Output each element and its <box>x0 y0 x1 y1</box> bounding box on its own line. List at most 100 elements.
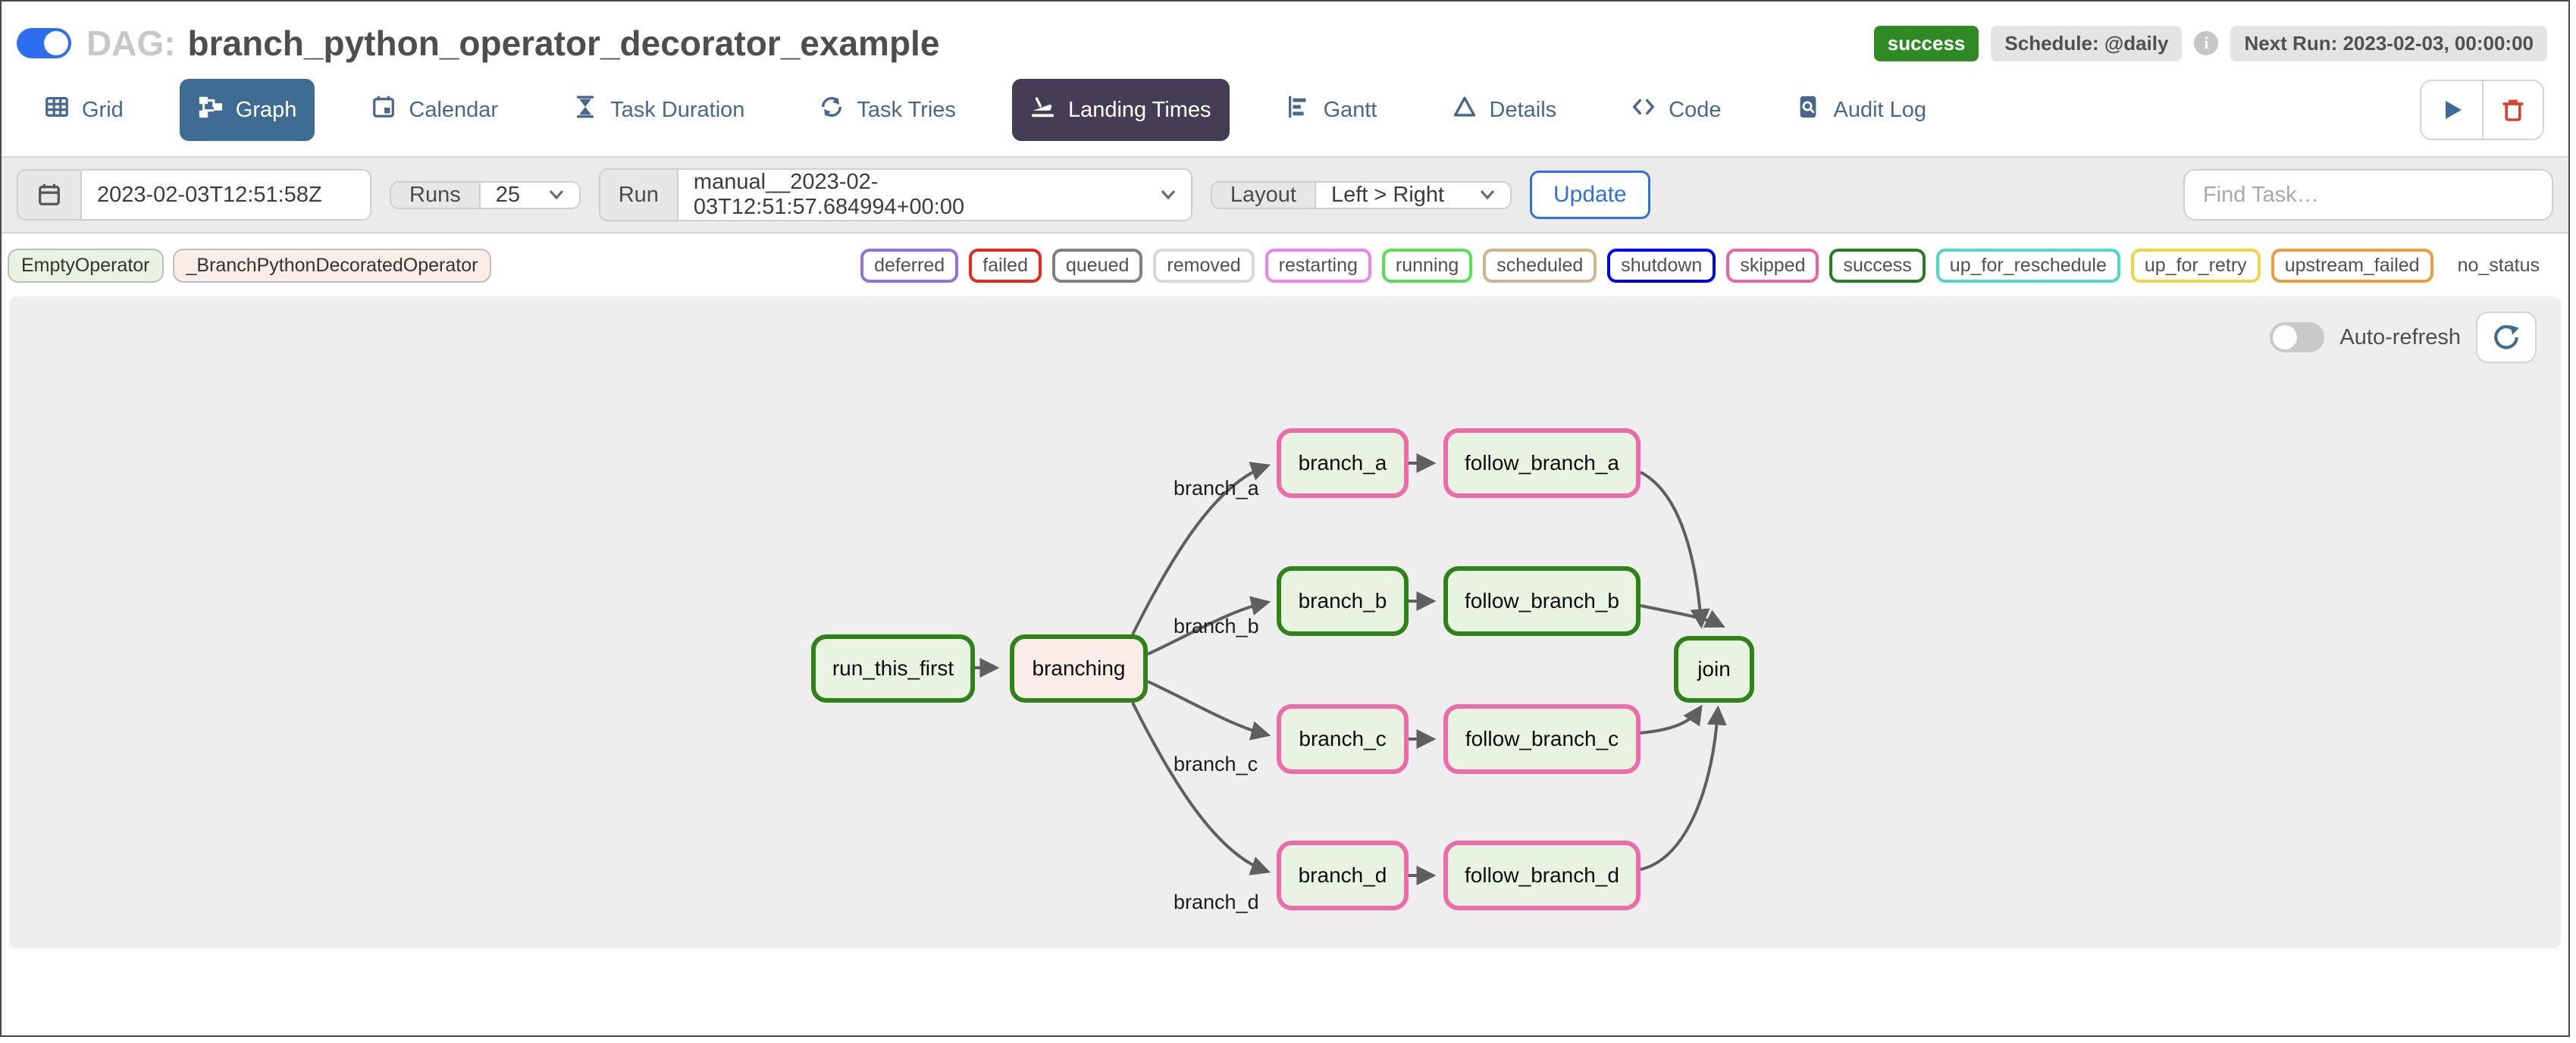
status-failed[interactable]: failed <box>969 249 1042 283</box>
task-node-branch_b[interactable]: branch_b <box>1277 566 1409 636</box>
dag-prefix-label: DAG: <box>86 23 176 64</box>
task-node-branch_a[interactable]: branch_a <box>1277 428 1409 498</box>
status-success[interactable]: success <box>1829 249 1925 283</box>
tab-label: Graph <box>236 98 297 123</box>
graph-toolbar: Runs 25 Run manual__2023-02-03T12:51:57.… <box>2 156 2568 233</box>
layout-select[interactable]: Left > Right <box>1316 183 1510 208</box>
edge-branching-c <box>1148 681 1266 734</box>
date-picker-button[interactable] <box>18 171 82 219</box>
edge-label-branch-a: branch_a <box>1174 477 1259 500</box>
tab-label: Gantt <box>1324 98 1377 123</box>
runs-select[interactable]: 25 <box>481 183 579 208</box>
status-restarting[interactable]: restarting <box>1265 249 1371 283</box>
runs-value: 25 <box>496 183 520 208</box>
dag-title: branch_python_operator_decorator_example <box>188 23 940 64</box>
info-icon[interactable]: i <box>2194 31 2218 55</box>
edge-followa-join <box>1641 472 1701 624</box>
tab-task-duration[interactable]: Task Duration <box>554 79 763 141</box>
task-node-run_this_first[interactable]: run_this_first <box>811 634 975 703</box>
task-node-branch_d[interactable]: branch_d <box>1277 841 1409 910</box>
status-shutdown[interactable]: shutdown <box>1607 249 1716 283</box>
run-label: Run <box>600 170 678 220</box>
code-icon <box>1631 94 1656 126</box>
status-removed[interactable]: removed <box>1153 249 1254 283</box>
plane-landing-icon <box>1030 94 1056 126</box>
status-up-for-reschedule[interactable]: up_for_reschedule <box>1936 249 2120 283</box>
tab-label: Calendar <box>409 98 498 123</box>
status-scheduled[interactable]: scheduled <box>1483 249 1597 283</box>
calendar-icon <box>371 94 396 126</box>
task-node-branch_c[interactable]: branch_c <box>1277 704 1409 774</box>
task-node-follow_branch_b[interactable]: follow_branch_b <box>1443 566 1641 636</box>
tab-gantt[interactable]: Gantt <box>1268 79 1396 141</box>
task-node-follow_branch_a[interactable]: follow_branch_a <box>1443 428 1641 498</box>
retry-icon <box>819 94 845 126</box>
dag-actions <box>2420 80 2544 140</box>
airflow-dag-page: DAG: branch_python_operator_decorator_ex… <box>0 0 2570 1037</box>
layout-label: Layout <box>1212 183 1316 208</box>
tab-label: Audit Log <box>1833 98 1926 123</box>
tab-label: Task Duration <box>610 98 744 123</box>
task-node-follow_branch_c[interactable]: follow_branch_c <box>1443 704 1641 774</box>
dag-graph-canvas[interactable]: branch_a branch_b branch_c branch_d run_… <box>9 296 2561 948</box>
edge-label-branch-b: branch_b <box>1174 615 1259 638</box>
update-button[interactable]: Update <box>1530 171 1650 219</box>
status-upstream-failed[interactable]: upstream_failed <box>2271 249 2433 283</box>
tab-landing-times[interactable]: Landing Times <box>1012 79 1230 141</box>
base-date-input[interactable] <box>82 171 370 219</box>
dag-header: DAG: branch_python_operator_decorator_ex… <box>2 2 2568 70</box>
refresh-controls: Auto-refresh <box>2270 312 2537 363</box>
tab-label: Details <box>1490 98 1557 123</box>
refresh-button[interactable] <box>2476 312 2537 363</box>
status-queued[interactable]: queued <box>1052 249 1142 283</box>
audit-log-icon <box>1795 94 1821 126</box>
status-running[interactable]: running <box>1382 249 1472 283</box>
operator-badge-branch: _BranchPythonDecoratedOperator <box>173 249 492 283</box>
tab-label: Grid <box>82 98 124 123</box>
tab-label: Landing Times <box>1068 98 1211 123</box>
toggle-knob <box>44 31 68 55</box>
tab-grid[interactable]: Grid <box>26 79 142 141</box>
edge-followc-join <box>1641 709 1700 733</box>
layout-value: Left > Right <box>1331 183 1444 208</box>
gantt-icon <box>1286 94 1312 126</box>
task-node-branching[interactable]: branching <box>1010 634 1148 703</box>
operator-legend: EmptyOperator _BranchPythonDecoratedOper… <box>8 249 491 283</box>
edge-followd-join <box>1641 710 1718 869</box>
edge-followb-join <box>1641 606 1721 625</box>
tab-graph[interactable]: Graph <box>180 79 315 141</box>
status-skipped[interactable]: skipped <box>1726 249 1819 283</box>
auto-refresh-toggle[interactable] <box>2270 322 2324 352</box>
tab-audit-log[interactable]: Audit Log <box>1777 79 1945 141</box>
legend-row: EmptyOperator _BranchPythonDecoratedOper… <box>2 233 2568 296</box>
run-select[interactable]: manual__2023-02-03T12:51:57.684994+00:00 <box>678 170 1191 220</box>
task-node-join[interactable]: join <box>1674 636 1754 703</box>
tab-task-tries[interactable]: Task Tries <box>801 79 974 141</box>
page-title: DAG: branch_python_operator_decorator_ex… <box>86 23 939 64</box>
grid-icon <box>44 94 70 126</box>
triangle-icon <box>1452 94 1478 126</box>
edge-label-branch-c: branch_c <box>1174 753 1258 776</box>
tab-label: Code <box>1669 98 1721 123</box>
run-group: Run manual__2023-02-03T12:51:57.684994+0… <box>599 168 1192 221</box>
task-node-follow_branch_d[interactable]: follow_branch_d <box>1443 841 1641 910</box>
status-deferred[interactable]: deferred <box>860 249 958 283</box>
tab-code[interactable]: Code <box>1612 79 1739 141</box>
graph-icon <box>198 94 224 126</box>
date-group <box>17 169 371 221</box>
operator-badge-empty: EmptyOperator <box>8 249 164 283</box>
status-legend: deferred failed queued removed restartin… <box>860 249 2562 283</box>
edge-label-branch-d: branch_d <box>1174 891 1259 914</box>
runs-label: Runs <box>391 183 481 208</box>
tab-calendar[interactable]: Calendar <box>353 79 516 141</box>
dag-pause-toggle[interactable] <box>17 28 71 58</box>
trigger-dag-button[interactable] <box>2421 81 2482 139</box>
runs-group: Runs 25 <box>390 181 581 209</box>
run-value: manual__2023-02-03T12:51:57.684994+00:00 <box>694 170 1149 220</box>
header-badges: success Schedule: @daily i Next Run: 202… <box>1874 26 2547 61</box>
status-up-for-retry[interactable]: up_for_retry <box>2131 249 2261 283</box>
find-task-input[interactable] <box>2183 169 2553 221</box>
tab-details[interactable]: Details <box>1434 79 1575 141</box>
schedule-badge: Schedule: @daily <box>1991 26 2182 61</box>
delete-dag-button[interactable] <box>2482 81 2543 139</box>
